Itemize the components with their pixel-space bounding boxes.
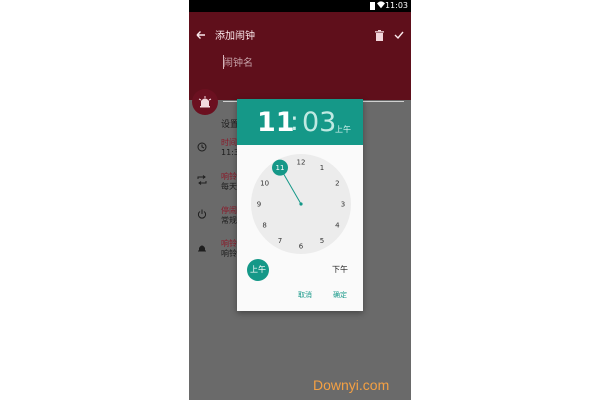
time-picker-header: 11 : 03 上午 [237, 99, 363, 145]
status-bar: 11:03 [189, 0, 411, 12]
row-repeat-value[interactable]: 每天 [221, 182, 237, 191]
page-title: 添加闹钟 [215, 31, 255, 42]
wifi-icon [377, 1, 385, 9]
check-icon[interactable] [394, 30, 404, 40]
clock-number-4[interactable]: 4 [335, 222, 340, 230]
clock-icon [197, 142, 207, 152]
row-repeat-title: 响铃 [221, 172, 237, 181]
clock-number-9[interactable]: 9 [257, 201, 261, 209]
clock-number-5[interactable]: 5 [320, 237, 324, 245]
ok-button[interactable]: 确定 [333, 291, 347, 300]
clock-number-11[interactable]: 11 [276, 164, 285, 172]
app-bar: 添加闹钟 [189, 12, 411, 100]
row-time-title: 时间 [221, 138, 237, 147]
status-time: 11:03 [384, 1, 408, 10]
row-dismiss-value[interactable]: 常规 [221, 216, 237, 225]
bell-icon [198, 245, 206, 252]
alarm-name-input[interactable] [223, 57, 403, 70]
hour-display[interactable]: 11 [257, 109, 295, 137]
row-ringtone-title: 响铃 [221, 239, 237, 248]
battery-icon [370, 2, 375, 10]
clock-number-12[interactable]: 12 [297, 159, 306, 167]
clock-center [299, 202, 303, 206]
time-picker-dialog: 11 : 03 上午 12 1 2 3 4 5 6 7 8 9 10 11 上午 下午 取消 确定 [237, 99, 363, 311]
clock-number-6[interactable]: 6 [299, 243, 304, 251]
repeat-icon [197, 175, 207, 185]
am-button[interactable]: 上午 [247, 259, 269, 281]
row-ringtone-value[interactable]: 响铃 [221, 249, 237, 258]
watermark-text: Downyi.com [313, 377, 390, 393]
clock-number-1[interactable]: 1 [320, 164, 324, 172]
back-arrow-icon[interactable] [196, 30, 206, 40]
power-icon [197, 209, 207, 219]
alarm-icon [198, 96, 212, 108]
alarm-fab[interactable] [192, 89, 218, 115]
clock-number-7[interactable]: 7 [278, 237, 282, 245]
clock-number-10[interactable]: 10 [260, 180, 269, 188]
row-dismiss-title: 停闹 [221, 206, 237, 215]
minute-display[interactable]: 03 [302, 109, 336, 137]
clock-number-3[interactable]: 3 [341, 201, 345, 209]
clock-number-2[interactable]: 2 [335, 180, 339, 188]
clock-face[interactable]: 12 1 2 3 4 5 6 7 8 9 10 11 [251, 154, 351, 254]
clock-number-8[interactable]: 8 [262, 222, 266, 230]
clock-dial[interactable]: 121234567891011 [251, 154, 351, 254]
time-separator: : [290, 107, 299, 137]
cancel-button[interactable]: 取消 [298, 291, 312, 300]
pm-button[interactable]: 下午 [329, 259, 351, 281]
ampm-indicator[interactable]: 上午 [335, 125, 351, 134]
trash-icon[interactable] [375, 30, 384, 41]
